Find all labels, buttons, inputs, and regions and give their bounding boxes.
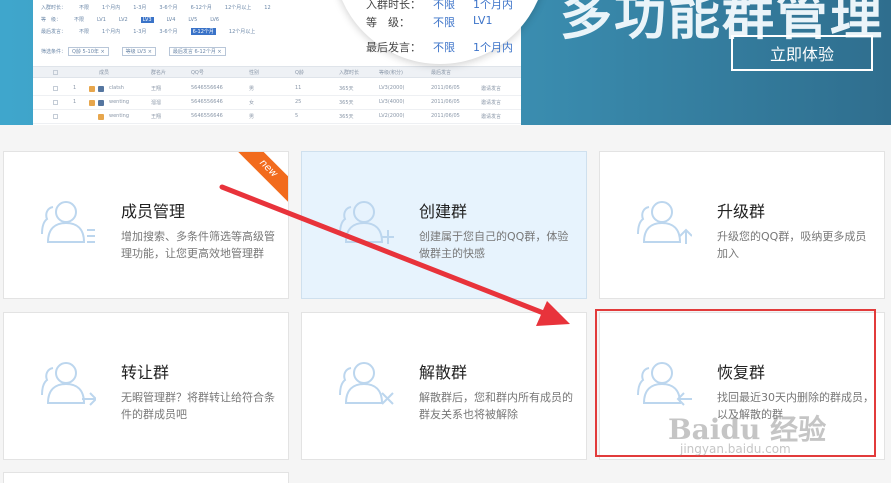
checkbox (53, 114, 58, 119)
filter-value: 不限 (433, 16, 455, 29)
new-badge: new (231, 152, 288, 206)
checkbox (53, 100, 58, 105)
members-transfer-icon (41, 362, 96, 406)
try-now-button[interactable]: 立即体验 (731, 35, 873, 71)
members-upgrade-icon (637, 201, 692, 244)
mock-active-filters: 筛选条件： Q龄 5-10年 × 等级 LV3 × 最后发言 6-12个月 × (41, 47, 239, 56)
mock-filter-row-last-speak: 最后发言： 不限 1个月内 1-3月 3-6个月 6-12个月 12个月以上 (41, 28, 256, 35)
mock-table-row: wenting 王翔 5646556646 男 5 365天 LV2(2000)… (33, 110, 521, 124)
card-title: 转让群 (121, 363, 170, 382)
mock-table-header: 成员 群名片 QQ号 性别 Q龄 入群时长 等级(积分) 最后发言 (33, 66, 521, 78)
card-member-management[interactable]: 成员管理 增加搜索、多条件筛选等高级管理功能，让您更高效地管理群 new (3, 151, 289, 299)
card-title: 升级群 (717, 202, 766, 221)
filter-value: 不限 (433, 0, 455, 11)
card-description: 增加搜索、多条件筛选等高级管理功能，让您更高效地管理群 (121, 230, 275, 260)
card-description: 无暇管理群？将群转让给符合条件的群成员吧 (121, 391, 275, 421)
user-avatar-icon (89, 86, 95, 92)
card-dismiss-group[interactable]: 解散群 解散群后，您和群内所有成员的群友关系也将被解除 (301, 312, 587, 460)
filter-value: LV1 (473, 14, 493, 27)
card-title: 成员管理 (121, 202, 186, 221)
card-description: 解散群后，您和群内所有成员的群友关系也将被解除 (419, 391, 573, 421)
user-avatar-icon (89, 100, 95, 106)
checkbox (53, 86, 58, 91)
members-list-icon (41, 201, 95, 243)
card-description: 创建属于您自己的QQ群，体验做群主的快感 (419, 230, 569, 260)
mock-table-row: 1 wenting 溜溜 5646556646 女 25 365天 LV3(40… (33, 96, 521, 110)
filter-zoom-popup: 入群时长： 不限 1个月内 等 级： 不限 LV1 最后发言： 不限 1个月内 (333, 0, 547, 64)
card-partial (3, 472, 289, 483)
promo-banner: 入群时长： 不限 1个月内 1-3月 3-6个月 6-12个月 12个月以上 12 等 级：不… (0, 0, 891, 125)
user-avatar-icon (98, 86, 104, 92)
card-upgrade-group[interactable]: 升级群 升级您的QQ群，吸纳更多成员加入 (599, 151, 885, 299)
baidu-watermark: Baidu 经验 jingyan.baidu.com (668, 413, 827, 456)
card-transfer-group[interactable]: 转让群 无暇管理群？将群转让给符合条件的群成员吧 (3, 312, 289, 460)
members-dismiss-icon (339, 362, 394, 405)
mock-filter-row-duration: 入群时长： 不限 1个月内 1-3月 3-6个月 6-12个月 12个月以上 12 (41, 5, 271, 11)
card-create-group[interactable]: 创建群 创建属于您自己的QQ群，体验做群主的快感 (301, 151, 587, 299)
filter-label: 等 级： (366, 16, 410, 29)
filter-label: 最后发言： (366, 41, 421, 54)
filter-value: 1个月内 (473, 0, 513, 11)
card-title: 创建群 (419, 202, 468, 221)
mock-filter-row-level: 等 级： 不限 LV1 LV2 LV3 LV4 LV5 LV6 (41, 17, 220, 23)
filter-label: 入群时长： (366, 0, 421, 11)
filter-value: 1个月内 (473, 41, 513, 54)
user-avatar-icon (98, 114, 104, 120)
filter-value: 不限 (433, 41, 455, 54)
card-title: 解散群 (419, 363, 468, 382)
user-avatar-icon (98, 100, 104, 106)
checkbox (53, 70, 58, 75)
card-description: 升级您的QQ群，吸纳更多成员加入 (717, 230, 867, 260)
members-add-icon (339, 201, 394, 244)
mock-table-row: 1 clatsh 王翔 5646556646 男 11 365天 LV3(200… (33, 82, 521, 96)
